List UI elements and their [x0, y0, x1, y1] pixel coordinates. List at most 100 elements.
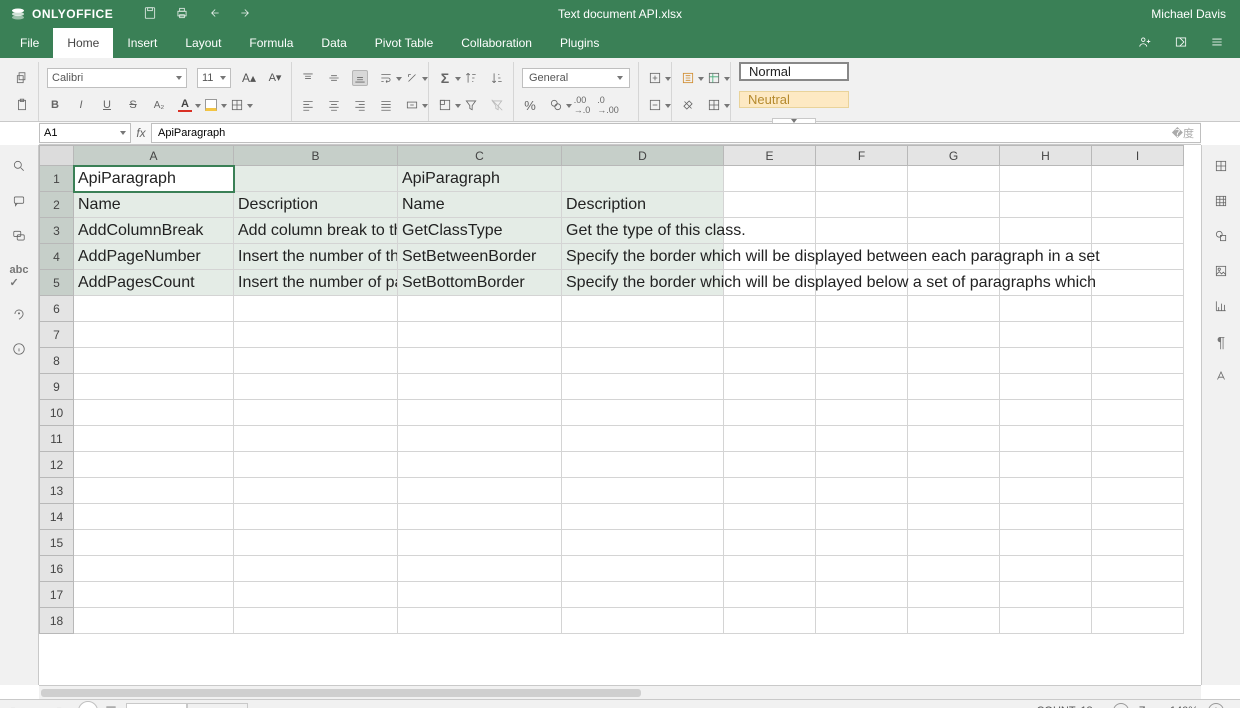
decrease-font-icon[interactable]: A▾ — [267, 70, 283, 86]
cell[interactable] — [1092, 244, 1184, 270]
cell[interactable] — [908, 192, 1000, 218]
table-panel-icon[interactable] — [1214, 194, 1228, 211]
clear-icon[interactable] — [680, 97, 696, 113]
sheet-nav-prev-icon[interactable]: ◂ — [28, 705, 34, 708]
cell[interactable] — [724, 166, 816, 192]
cell[interactable]: Get the type of this class. — [562, 218, 724, 244]
cell[interactable] — [724, 582, 816, 608]
format-table-icon[interactable] — [706, 70, 722, 86]
cell[interactable] — [1000, 608, 1092, 634]
align-left-icon[interactable] — [300, 97, 316, 113]
cell[interactable]: AddPagesCount — [74, 270, 234, 296]
cell[interactable] — [398, 452, 562, 478]
cell[interactable]: Specify the border which will be display… — [562, 270, 724, 296]
row-header[interactable]: 3 — [40, 218, 74, 244]
tab-home[interactable]: Home — [53, 28, 113, 58]
cell[interactable] — [74, 400, 234, 426]
cell[interactable]: Description — [562, 192, 724, 218]
cell[interactable] — [816, 166, 908, 192]
cell[interactable]: SetBetweenBorder — [398, 244, 562, 270]
cell[interactable]: ApiParagraph — [398, 166, 562, 192]
cell[interactable] — [562, 400, 724, 426]
cell[interactable] — [74, 374, 234, 400]
row-header[interactable]: 18 — [40, 608, 74, 634]
cell[interactable] — [1092, 348, 1184, 374]
cell[interactable] — [908, 608, 1000, 634]
cell[interactable] — [1092, 608, 1184, 634]
column-header[interactable]: D — [562, 146, 724, 166]
decrease-decimal-icon[interactable]: .00→.0 — [574, 97, 590, 113]
subsuper-icon[interactable]: A₂ — [151, 97, 167, 113]
cell[interactable] — [1092, 400, 1184, 426]
tab-file[interactable]: File — [6, 28, 53, 58]
cell[interactable] — [908, 556, 1000, 582]
insert-cells-icon[interactable] — [647, 70, 663, 86]
cell[interactable]: ApiParagraph — [74, 166, 234, 192]
fill-color-icon[interactable] — [203, 97, 219, 113]
row-header[interactable]: 2 — [40, 192, 74, 218]
cell[interactable] — [724, 426, 816, 452]
cell[interactable] — [74, 608, 234, 634]
align-center-icon[interactable] — [326, 97, 342, 113]
cell[interactable] — [74, 478, 234, 504]
cell[interactable] — [1092, 374, 1184, 400]
cell[interactable] — [562, 166, 724, 192]
cell[interactable] — [234, 426, 398, 452]
cell[interactable] — [234, 556, 398, 582]
cell[interactable] — [908, 296, 1000, 322]
cell[interactable] — [908, 582, 1000, 608]
redo-icon[interactable] — [239, 6, 253, 23]
delete-cells-icon[interactable] — [647, 97, 663, 113]
cell[interactable] — [816, 218, 908, 244]
column-header[interactable]: I — [1092, 146, 1184, 166]
cell[interactable] — [74, 582, 234, 608]
row-header[interactable]: 4 — [40, 244, 74, 270]
tab-collaboration[interactable]: Collaboration — [447, 28, 546, 58]
cell[interactable] — [398, 374, 562, 400]
increase-font-icon[interactable]: A▴ — [241, 70, 257, 86]
cell[interactable] — [1092, 192, 1184, 218]
cell[interactable] — [724, 478, 816, 504]
cell[interactable]: AddColumnBreak — [74, 218, 234, 244]
row-header[interactable]: 7 — [40, 322, 74, 348]
cell[interactable]: Name — [74, 192, 234, 218]
image-panel-icon[interactable] — [1214, 264, 1228, 281]
cell[interactable]: Description — [234, 192, 398, 218]
align-right-icon[interactable] — [352, 97, 368, 113]
zoom-in-button[interactable]: + — [1208, 703, 1224, 708]
underline-icon[interactable]: U — [99, 97, 115, 113]
cell[interactable] — [562, 478, 724, 504]
cell[interactable] — [562, 556, 724, 582]
cell[interactable] — [816, 452, 908, 478]
sheet-nav-next-icon[interactable]: ▸ — [39, 705, 45, 708]
zoom-out-button[interactable]: − — [1113, 703, 1129, 708]
cell[interactable] — [234, 374, 398, 400]
cell[interactable] — [724, 530, 816, 556]
cell[interactable] — [398, 556, 562, 582]
cell[interactable] — [724, 400, 816, 426]
cell[interactable] — [398, 322, 562, 348]
accounting-icon[interactable] — [548, 97, 564, 113]
cell[interactable] — [562, 426, 724, 452]
cell[interactable]: Name — [398, 192, 562, 218]
sheet-nav-last-icon[interactable]: ▸▮ — [51, 705, 63, 708]
chat-icon[interactable] — [12, 229, 26, 246]
shape-panel-icon[interactable] — [1214, 229, 1228, 246]
column-header[interactable]: G — [908, 146, 1000, 166]
current-user[interactable]: Michael Davis — [1151, 7, 1240, 21]
row-header[interactable]: 9 — [40, 374, 74, 400]
cell[interactable] — [816, 374, 908, 400]
named-range-icon[interactable] — [437, 97, 453, 113]
copy-icon[interactable] — [14, 70, 30, 86]
cell[interactable] — [908, 478, 1000, 504]
cell[interactable] — [74, 322, 234, 348]
cell[interactable] — [1092, 296, 1184, 322]
cell[interactable] — [562, 296, 724, 322]
formula-input[interactable]: ApiParagraph�度 — [151, 123, 1201, 143]
tab-plugins[interactable]: Plugins — [546, 28, 613, 58]
row-header[interactable]: 5 — [40, 270, 74, 296]
textart-panel-icon[interactable] — [1214, 369, 1228, 386]
cell[interactable] — [234, 348, 398, 374]
cell[interactable] — [398, 608, 562, 634]
conditional-format-icon[interactable] — [680, 70, 696, 86]
